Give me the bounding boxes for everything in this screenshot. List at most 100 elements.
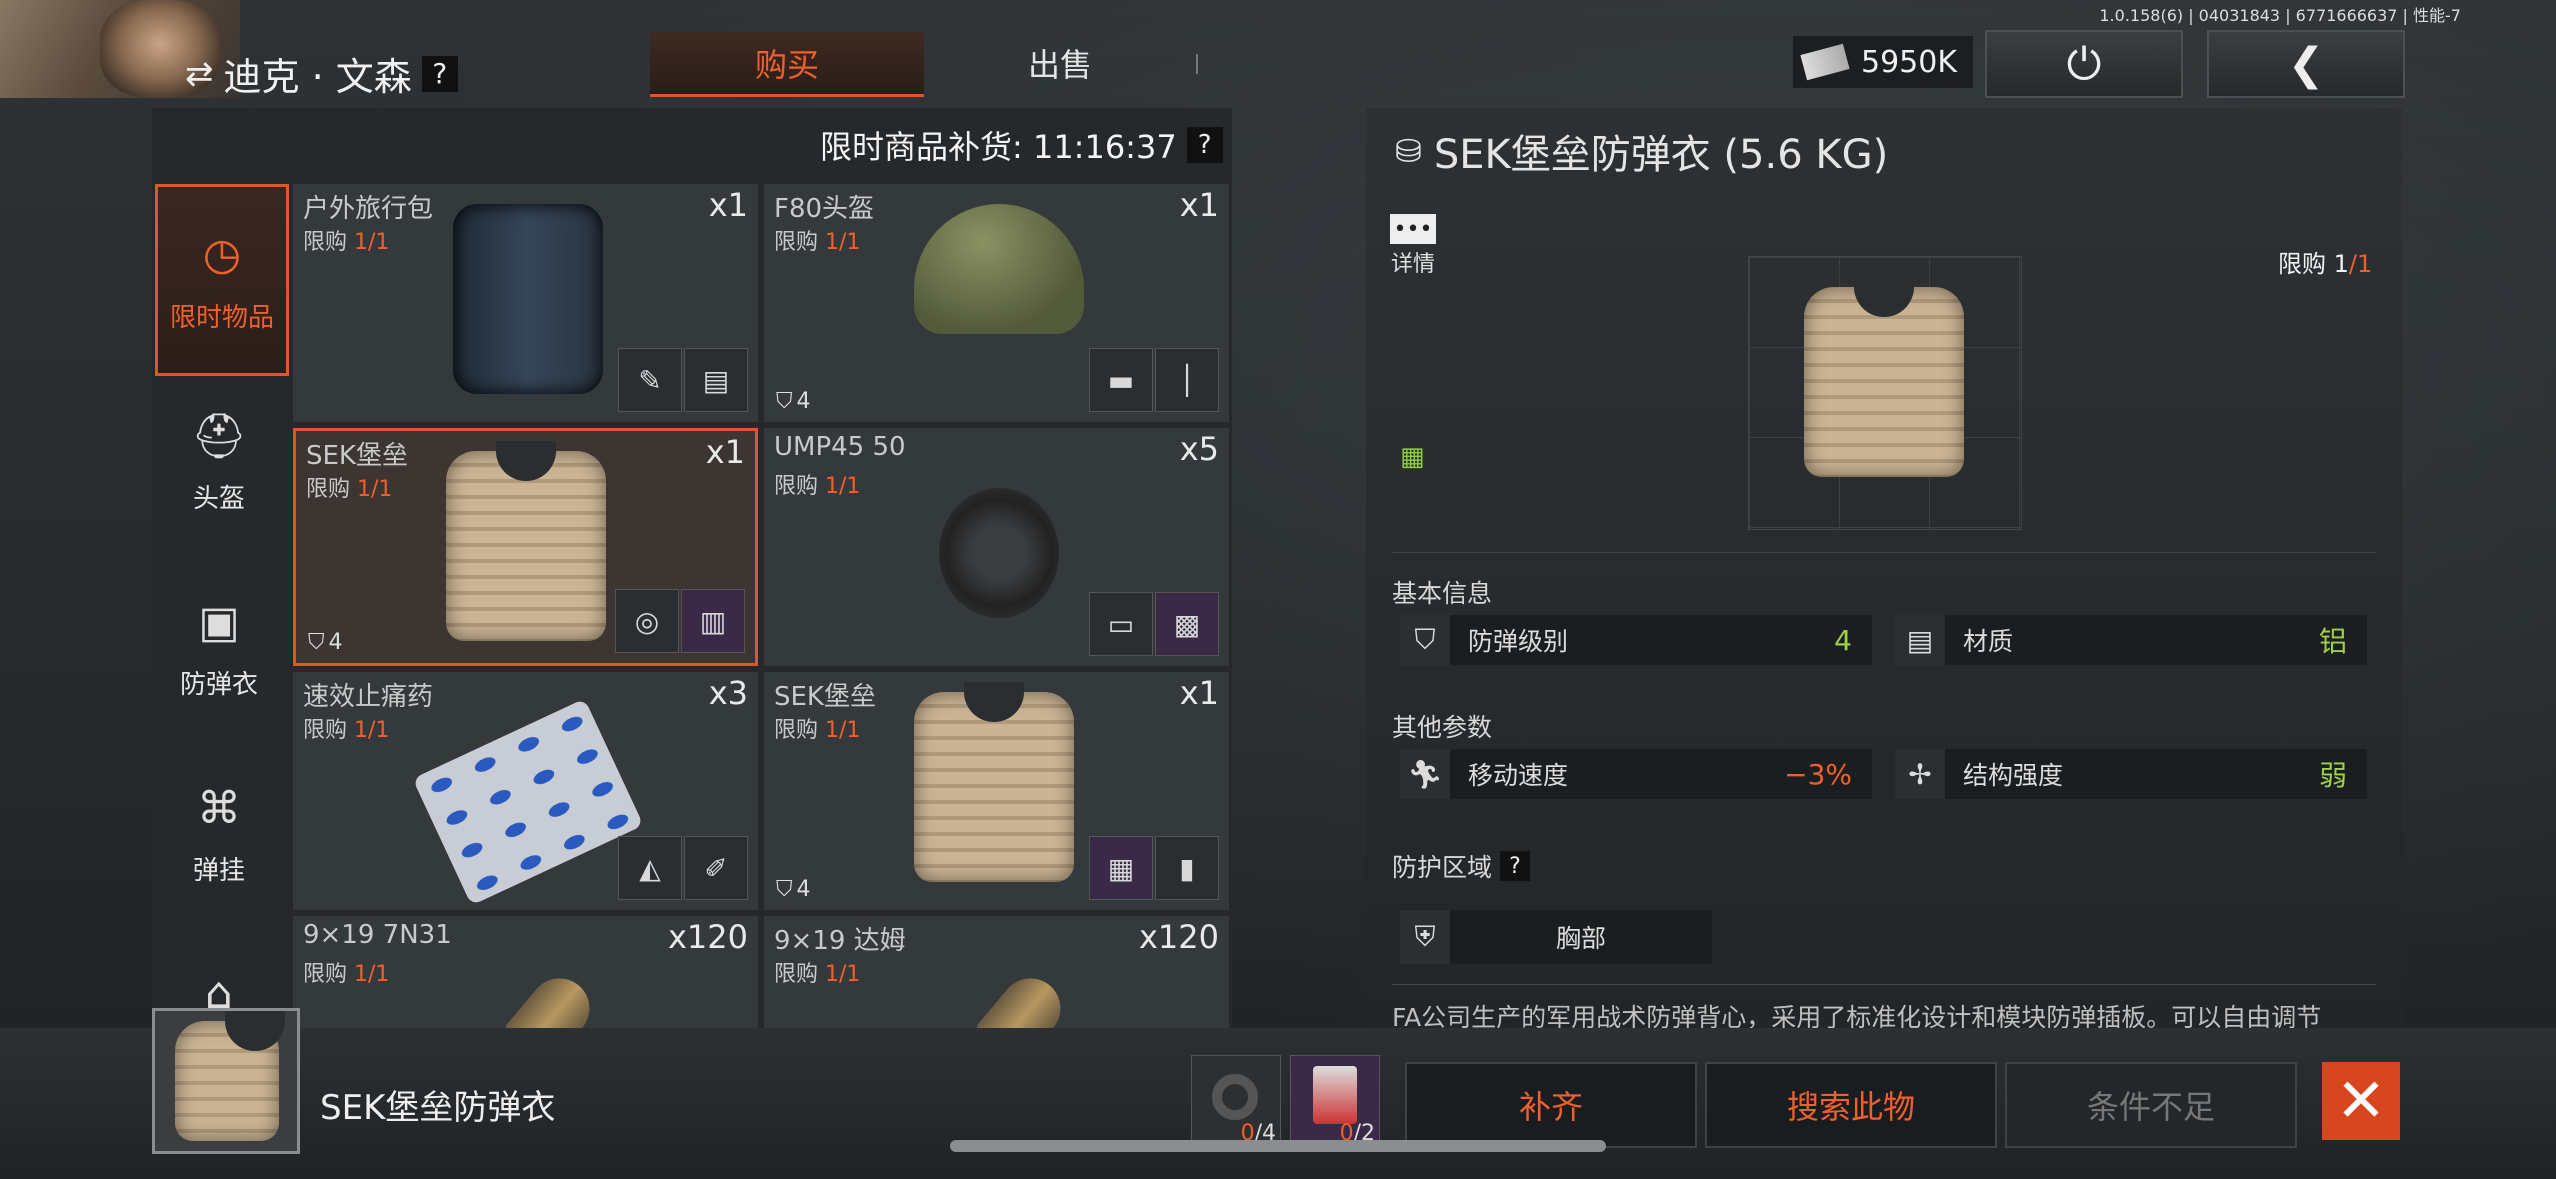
money-amount: 5950K: [1861, 44, 1958, 80]
item-name: SEK堡垒: [774, 682, 876, 712]
category-chest-rig[interactable]: ⌘ 弹挂: [155, 780, 283, 887]
shield-icon: ⛉: [776, 389, 793, 414]
item-limit: 限购 1/1: [306, 477, 393, 502]
item-qty: x1: [705, 433, 745, 471]
item-name: 速效止痛药: [303, 682, 434, 712]
back-arrow-icon: ❮: [2287, 38, 2325, 90]
help-icon[interactable]: ?: [421, 55, 458, 92]
item-card[interactable]: 速效止痛药 限购 1/1 x3 ◭ ✐: [293, 672, 758, 910]
home-indicator[interactable]: [950, 1140, 1606, 1152]
item-card[interactable]: F80头盔 限购 1/1 x1 ⛉ 4 ▬ │: [764, 184, 1229, 422]
item-name: SEK堡垒: [306, 441, 408, 471]
snack-bag-icon: [1313, 1066, 1357, 1124]
version-info: 1.0.158(6) | 04031843 | 6771666637 | 性能-…: [2099, 6, 2461, 25]
material-requirement[interactable]: 0/2: [1290, 1055, 1380, 1149]
category-vest[interactable]: ▣ 防弹衣: [155, 594, 283, 701]
chest-rig-icon: ⌘: [197, 782, 241, 834]
material-slot: ▭: [1089, 592, 1153, 656]
item-qty: x5: [1179, 430, 1219, 468]
pills-image: [412, 698, 644, 906]
armor-level: ⛉ 4: [776, 877, 811, 902]
material-slot: ▮: [1155, 836, 1219, 900]
material-slot: ▥: [681, 589, 745, 653]
material-slot: ◭: [618, 836, 682, 900]
backpack-image: [453, 204, 603, 394]
category-label: 头盔: [192, 484, 245, 514]
item-limit: 限购 1/1: [303, 962, 390, 987]
help-icon[interactable]: ?: [1186, 127, 1223, 163]
magazine-image: [939, 488, 1059, 618]
item-card[interactable]: SEK堡垒 限购 1/1 x1 ⛉ 4 ▦ ▮: [764, 672, 1229, 910]
helmet-icon: ⛑: [191, 411, 247, 462]
zone-chest: ⛨ 胸部: [1400, 910, 1712, 964]
stat-material: ▤ 材质 铝: [1895, 615, 2367, 665]
tab-divider: [1196, 54, 1198, 74]
grid-size-icon: ▦: [1400, 442, 1425, 472]
running-icon: 🏃︎: [1400, 749, 1450, 799]
item-name: 9×19 7N31: [303, 920, 452, 950]
material-icon: ▤: [1895, 615, 1945, 665]
character-name: 迪克 · 文森: [223, 55, 412, 99]
stat-structure: ✢ 结构强度 弱: [1895, 749, 2367, 799]
other-params-label: 其他参数: [1392, 713, 1493, 742]
item-qty: x3: [708, 674, 748, 712]
stat-move-speed: 🏃︎ 移动速度 −3%: [1400, 749, 1872, 799]
selected-item-thumbnail: [152, 1008, 300, 1154]
item-qty: x120: [1138, 918, 1219, 956]
vest-image: [175, 1011, 285, 1141]
category-label: 防弹衣: [179, 670, 258, 700]
money-display: 5950K: [1793, 36, 1973, 88]
weight-icon: ⛁: [1395, 132, 1422, 170]
detail-title: ⛁ SEK堡垒防弹衣 (5.6 KG): [1395, 122, 1888, 180]
purchase-limit: 限购 1/1: [2278, 250, 2373, 278]
search-item-button[interactable]: 搜索此物: [1705, 1062, 1997, 1148]
divider: [1392, 552, 2376, 553]
item-card[interactable]: 户外旅行包 限购 1/1 x1 ✎ ▤: [293, 184, 758, 422]
vest-image: [446, 441, 606, 641]
item-limit: 限购 1/1: [774, 718, 861, 743]
ammo-image: [504, 966, 602, 1028]
back-button[interactable]: ❮: [2207, 30, 2405, 98]
tape-roll-icon: [1212, 1074, 1258, 1120]
more-icon: •••: [1390, 214, 1436, 244]
close-button[interactable]: ✕: [2322, 1062, 2400, 1140]
material-slot: ✐: [684, 836, 748, 900]
item-limit: 限购 1/1: [303, 230, 390, 255]
item-qty: x1: [708, 186, 748, 224]
restock-text: 限时商品补货: 11:16:37: [820, 128, 1177, 166]
item-name: 9×19 达姆: [774, 926, 906, 956]
material-slot: ◎: [615, 589, 679, 653]
item-qty: x1: [1179, 674, 1219, 712]
help-icon[interactable]: ?: [1500, 851, 1531, 881]
power-button[interactable]: ⏻: [1985, 30, 2183, 98]
item-card[interactable]: 9×19 7N31 限购 1/1 x120: [293, 916, 758, 1028]
item-limit: 限购 1/1: [774, 962, 861, 987]
tab-sell[interactable]: 出售: [930, 32, 1190, 94]
category-helmet[interactable]: ⛑ 头盔: [155, 408, 283, 515]
item-card[interactable]: UMP45 50 限购 1/1 x5 ▭ ▩: [764, 428, 1229, 666]
swap-icon[interactable]: ⇄: [185, 54, 214, 94]
material-slot: ▦: [1089, 836, 1153, 900]
detail-panel: [1366, 108, 2402, 1028]
tab-buy[interactable]: 购买: [650, 32, 924, 97]
material-requirement[interactable]: 0/4: [1191, 1055, 1281, 1149]
item-card-selected[interactable]: SEK堡垒 限购 1/1 x1 ⛉ 4 ◎ ▥: [293, 428, 758, 666]
close-icon: ✕: [2335, 1066, 2387, 1136]
detail-title-text: SEK堡垒防弹衣 (5.6 KG): [1433, 132, 1889, 178]
character-name-area[interactable]: ⇄ 迪克 · 文森 ?: [185, 46, 458, 101]
details-button[interactable]: ••• 详情: [1390, 214, 1436, 278]
category-limited[interactable]: ◷ 限时物品: [155, 184, 289, 376]
fill-button[interactable]: 补齐: [1405, 1062, 1697, 1148]
shield-icon: ⛉: [308, 630, 325, 655]
cash-icon: [1800, 43, 1850, 81]
insufficient-button[interactable]: 条件不足: [2005, 1062, 2297, 1148]
item-name: UMP45 50: [774, 432, 906, 462]
material-slot: ✎: [618, 348, 682, 412]
item-card[interactable]: 9×19 达姆 限购 1/1 x120: [764, 916, 1229, 1028]
item-qty: x1: [1179, 186, 1219, 224]
ammo-image: [975, 966, 1073, 1028]
material-slot: ▤: [684, 348, 748, 412]
vest-image: [914, 682, 1074, 882]
item-qty: x120: [667, 918, 748, 956]
details-label: 详情: [1390, 252, 1435, 277]
